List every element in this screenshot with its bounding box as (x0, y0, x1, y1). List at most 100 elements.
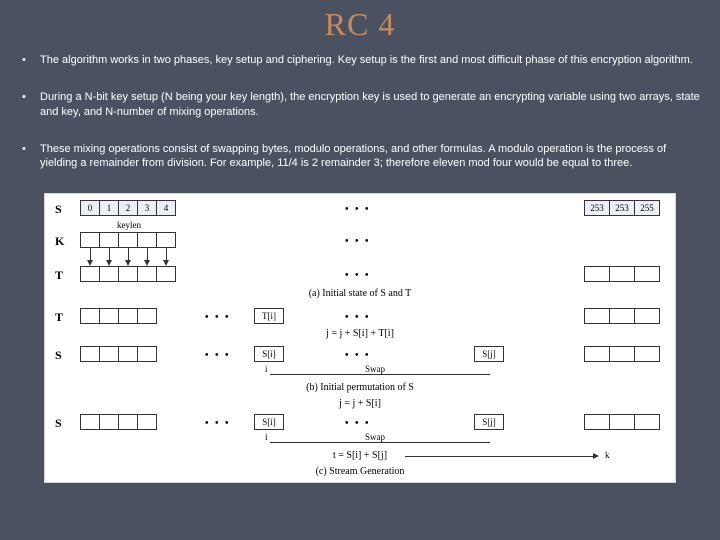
t2-tail (585, 308, 660, 324)
label-S: S (55, 416, 62, 431)
cell (118, 346, 138, 362)
slide-title: RC 4 (0, 0, 720, 43)
s-cell: 1 (99, 200, 119, 216)
ellipsis: • • • (345, 236, 371, 247)
cell (137, 308, 157, 324)
bullet-text: During a N-bit key setup (N being your k… (40, 90, 700, 120)
cell (584, 414, 610, 430)
s-tail: 253 253 255 (585, 200, 660, 216)
bullet-text: These mixing operations consist of swapp… (40, 142, 700, 172)
cell (137, 346, 157, 362)
s2-tail (585, 346, 660, 362)
cell (118, 308, 138, 324)
t-row (81, 266, 176, 282)
s-tail-cell: 255 (634, 200, 660, 216)
k-cell (118, 232, 138, 248)
s-tail-cell: 253 (584, 200, 610, 216)
i-marker: i (265, 364, 268, 374)
k-cell (137, 232, 157, 248)
ellipsis: • • • (205, 350, 231, 361)
i-marker: i (265, 432, 268, 442)
s-cell: 0 (80, 200, 100, 216)
k-cell (156, 232, 176, 248)
t-cell (137, 266, 157, 282)
t-cell (99, 266, 119, 282)
cell (584, 346, 610, 362)
bullet-dot: • (20, 53, 40, 68)
t-cell (80, 266, 100, 282)
cell (609, 414, 635, 430)
cell (609, 346, 635, 362)
rc4-diagram: S 0 1 2 3 4 • • • 253 253 255 keylen K •… (44, 193, 676, 483)
cell (118, 414, 138, 430)
caption-b: (b) Initial permutation of S (45, 382, 675, 393)
sj-cell: S[j] (474, 414, 504, 430)
caption-a: (a) Initial state of S and T (45, 288, 675, 299)
s-row: 0 1 2 3 4 (81, 200, 176, 216)
cell (609, 308, 635, 324)
s2-row (81, 346, 157, 362)
label-S: S (55, 348, 62, 363)
formula-c1: j = j + S[i] (45, 398, 675, 409)
bullet-item: • These mixing operations consist of swa… (20, 142, 700, 172)
s-cell: 3 (137, 200, 157, 216)
slide: RC 4 • The algorithm works in two phases… (0, 0, 720, 540)
swap-label: Swap (365, 364, 385, 374)
s-cell: 4 (156, 200, 176, 216)
s3-tail (585, 414, 660, 430)
cell (584, 308, 610, 324)
ellipsis: • • • (345, 418, 371, 429)
t2-row (81, 308, 157, 324)
label-K: K (55, 234, 64, 249)
bullet-dot: • (20, 142, 40, 157)
t-tail (585, 266, 660, 282)
cell (99, 308, 119, 324)
swap-line (270, 442, 490, 443)
bullet-item: • The algorithm works in two phases, key… (20, 53, 700, 68)
bullet-text: The algorithm works in two phases, key s… (40, 53, 700, 68)
t-cell (156, 266, 176, 282)
cell (634, 346, 660, 362)
si-cell: S[i] (254, 346, 284, 362)
s-cell: 2 (118, 200, 138, 216)
t-cell (634, 266, 660, 282)
label-T: T (55, 310, 63, 325)
cell (634, 308, 660, 324)
ellipsis: • • • (345, 270, 371, 281)
cell (80, 414, 100, 430)
output-line (405, 456, 595, 457)
k-row (81, 232, 176, 248)
ti-cell: T[i] (254, 308, 284, 324)
cell (634, 414, 660, 430)
s-tail-cell: 253 (609, 200, 635, 216)
ellipsis: • • • (345, 312, 371, 323)
swap-label: Swap (365, 432, 385, 442)
cell (137, 414, 157, 430)
formula-b: j = j + S[i] + T[i] (45, 328, 675, 339)
si-cell: S[i] (254, 414, 284, 430)
caption-c: (c) Stream Generation (45, 466, 675, 477)
ellipsis: • • • (345, 350, 371, 361)
label-T: T (55, 268, 63, 283)
cell (99, 346, 119, 362)
ellipsis: • • • (345, 204, 371, 215)
s3-row (81, 414, 157, 430)
k-cell (99, 232, 119, 248)
cell (99, 414, 119, 430)
arrow-icon (593, 453, 599, 459)
bullet-item: • During a N-bit key setup (N being your… (20, 90, 700, 120)
swap-line (270, 374, 490, 375)
ellipsis: • • • (205, 418, 231, 429)
label-S: S (55, 202, 62, 217)
bullet-list: • The algorithm works in two phases, key… (0, 43, 720, 171)
bullet-dot: • (20, 90, 40, 105)
keylen-label: keylen (117, 220, 141, 230)
ellipsis: • • • (205, 312, 231, 323)
t-cell (118, 266, 138, 282)
k-cell (80, 232, 100, 248)
t-cell (609, 266, 635, 282)
cell (80, 346, 100, 362)
sj-cell: S[j] (474, 346, 504, 362)
k-output: k (605, 450, 610, 460)
t-cell (584, 266, 610, 282)
